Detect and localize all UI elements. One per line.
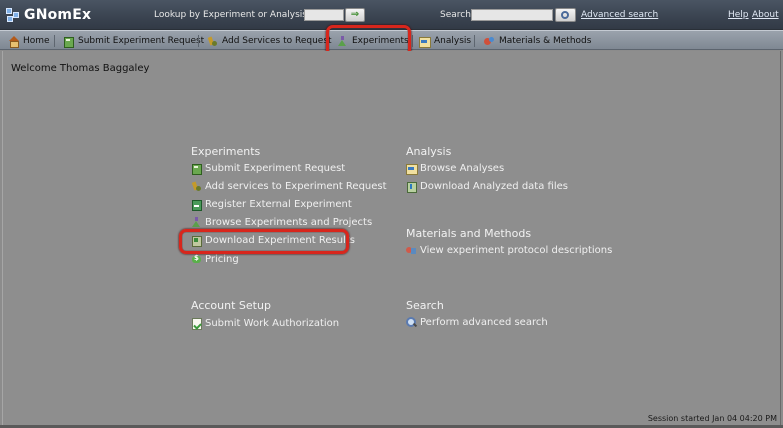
submit-request-icon [191, 163, 202, 175]
nav-home[interactable]: Home [8, 34, 50, 48]
account-setup-section-title: Account Setup [191, 299, 271, 312]
nav-analysis-label: Analysis [434, 36, 472, 46]
nav-analysis[interactable]: Analysis [419, 34, 471, 48]
magnifier-icon [561, 11, 569, 19]
main-panel [2, 51, 781, 426]
about-link[interactable]: About [752, 10, 779, 20]
link-add-services[interactable]: Add services to Experiment Request [191, 181, 387, 192]
nav-add-services[interactable]: Add Services to Request [207, 34, 332, 48]
search-label: Search [440, 10, 471, 20]
download-analysis-icon [406, 181, 417, 193]
nav-add-services-label: Add Services to Request [222, 36, 332, 46]
advanced-search-link[interactable]: Advanced search [581, 10, 658, 20]
nav-home-label: Home [23, 36, 50, 46]
link-pricing[interactable]: Pricing [191, 254, 239, 265]
analysis-icon [419, 36, 431, 48]
link-label: Add services to Experiment Request [205, 181, 387, 192]
link-view-protocol-descriptions[interactable]: View experiment protocol descriptions [406, 245, 612, 256]
flask-icon [191, 217, 202, 228]
help-link[interactable]: Help [728, 10, 749, 20]
lookup-go-button[interactable]: ⇒ [345, 8, 365, 22]
link-label: Submit Work Authorization [205, 318, 340, 329]
nav-divider [54, 35, 55, 47]
app-logo[interactable]: GNomEx [6, 7, 91, 23]
link-submit-experiment-request[interactable]: Submit Experiment Request [191, 163, 346, 175]
lookup-label: Lookup by Experiment or Analysis # [154, 10, 318, 20]
add-services-icon [191, 181, 202, 192]
submit-request-icon [63, 36, 74, 48]
link-download-analyzed-files[interactable]: Download Analyzed data files [406, 181, 568, 193]
analysis-section-title: Analysis [406, 145, 452, 158]
gnomex-logo-icon [6, 7, 20, 23]
link-label: Perform advanced search [420, 317, 548, 328]
link-label: Register External Experiment [205, 199, 352, 210]
add-services-icon [207, 36, 218, 47]
lookup-input[interactable] [304, 9, 344, 21]
search-icon [406, 317, 417, 328]
link-label: Browse Analyses [420, 163, 505, 174]
register-icon [191, 199, 202, 211]
nav-divider [198, 35, 199, 47]
arrow-right-icon: ⇒ [350, 9, 360, 20]
protocol-icon [406, 245, 417, 256]
link-register-external-experiment[interactable]: Register External Experiment [191, 199, 352, 211]
search-button[interactable] [555, 8, 576, 22]
materials-icon [484, 36, 495, 47]
search-section-title: Search [406, 299, 444, 312]
search-input[interactable] [471, 9, 553, 21]
pricing-icon [191, 254, 202, 265]
welcome-message: Welcome Thomas Baggaley [11, 63, 150, 74]
link-perform-advanced-search[interactable]: Perform advanced search [406, 317, 548, 328]
experiments-section-title: Experiments [191, 145, 261, 158]
nav-divider [474, 35, 475, 47]
nav-materials-label: Materials & Methods [499, 36, 592, 46]
link-label: Download Analyzed data files [420, 181, 568, 192]
link-browse-experiments[interactable]: Browse Experiments and Projects [191, 217, 372, 228]
nav-divider [412, 35, 413, 47]
nav-materials-methods[interactable]: Materials & Methods [484, 34, 591, 48]
session-status: Session started Jan 04 04:20 PM [647, 414, 777, 423]
link-submit-work-authorization[interactable]: Submit Work Authorization [191, 318, 340, 330]
link-label: Submit Experiment Request [205, 163, 346, 174]
link-browse-analyses[interactable]: Browse Analyses [406, 163, 505, 175]
link-label: Browse Experiments and Projects [205, 217, 373, 228]
link-label: Pricing [205, 254, 239, 265]
nav-submit-experiment-request[interactable]: Submit Experiment Request [63, 34, 204, 48]
app-title: GNomEx [24, 7, 92, 23]
download-results-highlight [179, 229, 349, 254]
materials-section-title: Materials and Methods [406, 227, 532, 240]
analysis-icon [406, 163, 418, 175]
home-icon [8, 35, 19, 48]
work-authorization-icon [191, 318, 202, 330]
link-label: View experiment protocol descriptions [420, 245, 613, 256]
nav-submit-label: Submit Experiment Request [78, 36, 205, 46]
